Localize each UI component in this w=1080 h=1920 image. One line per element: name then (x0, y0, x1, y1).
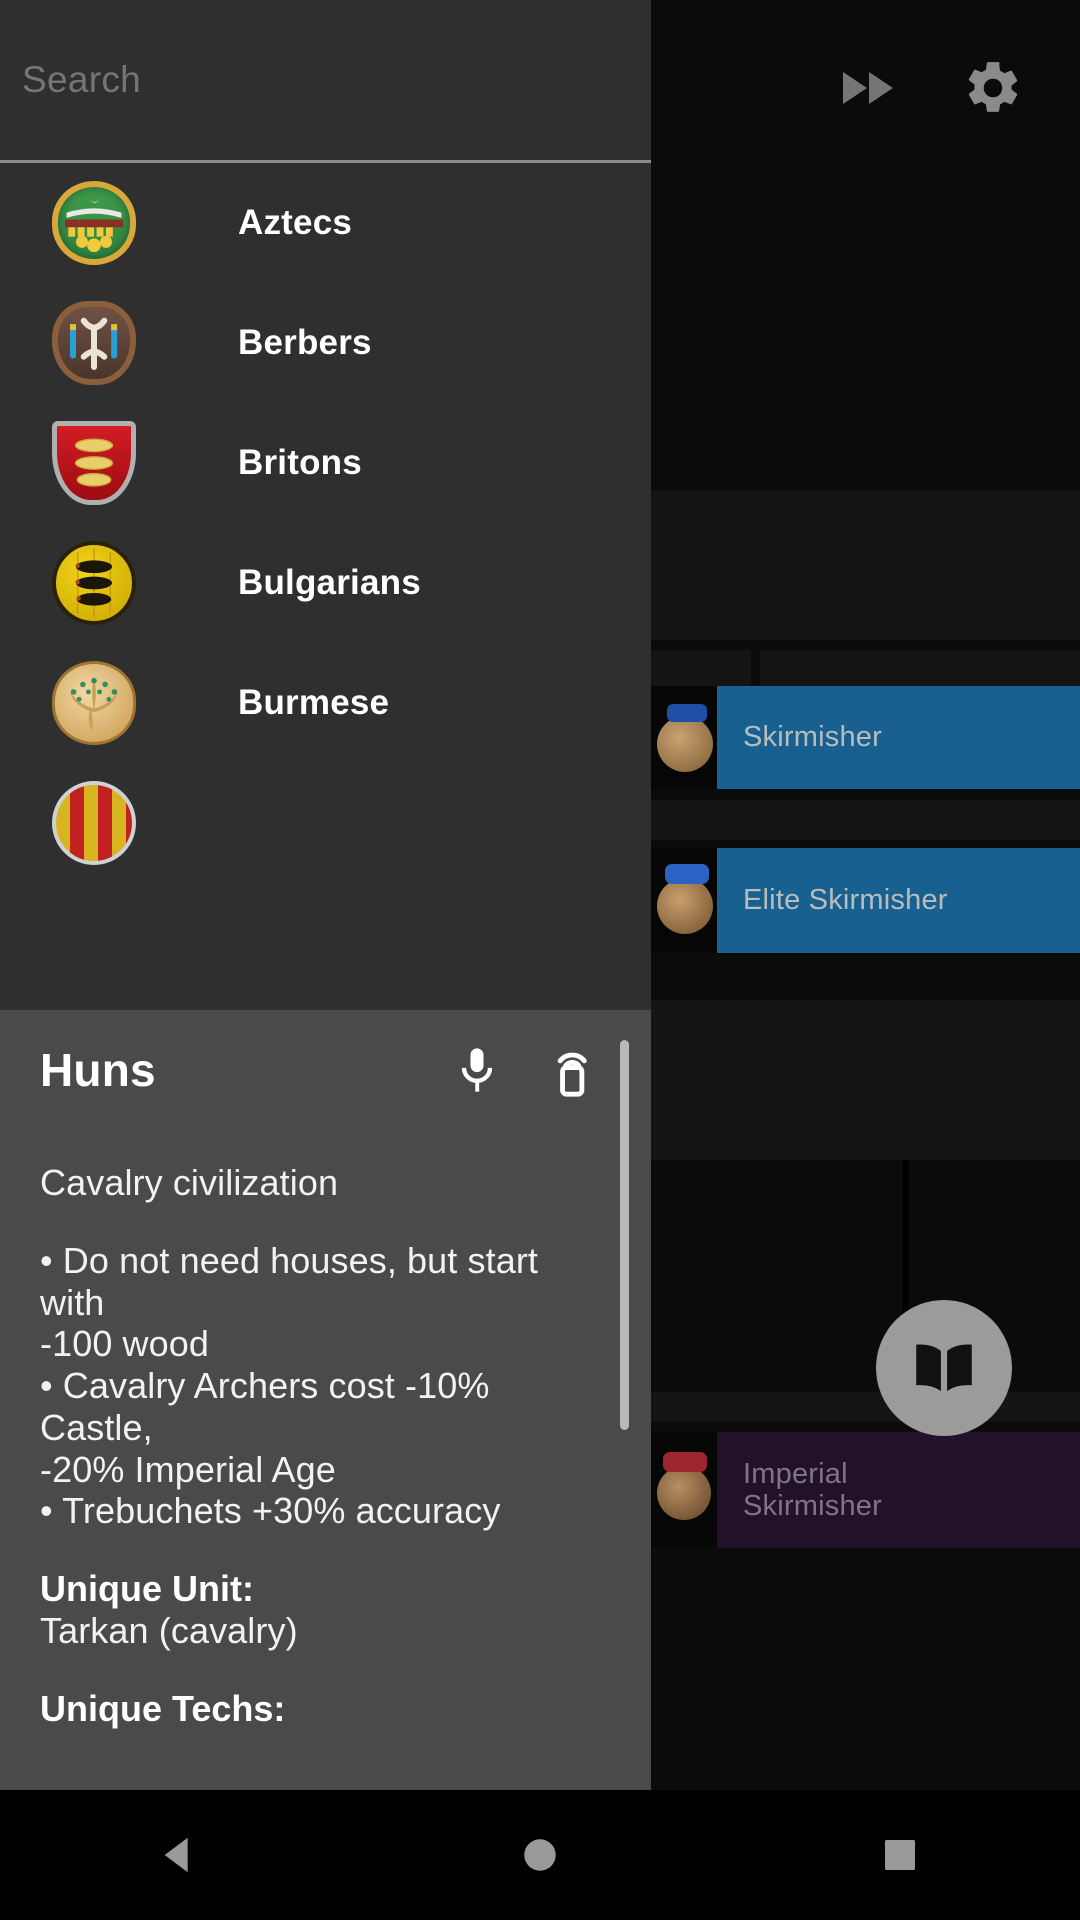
civ-info-popup: Huns Cavalry civilization • Do not need … (0, 1010, 651, 1790)
civ-list-item-partial[interactable] (0, 763, 651, 883)
civ-list-item-label: Burmese (238, 683, 390, 722)
search-row[interactable] (0, 0, 651, 160)
burmese-peacock-icon (52, 661, 136, 745)
civ-bonus-line: • Trebuchets +30% accuracy (40, 1490, 501, 1532)
bulgarian-coin-icon (52, 541, 136, 625)
open-book-button[interactable] (876, 1300, 1012, 1436)
tech-tree-cell (651, 1392, 1080, 1422)
search-input[interactable] (22, 59, 629, 101)
civ-summary: Cavalry civilization (40, 1162, 339, 1203)
popup-header: Huns (0, 1010, 651, 1130)
unique-techs-label: Unique Techs: (40, 1687, 286, 1729)
civ-list-item[interactable]: Aztecs (0, 163, 651, 283)
tech-tile-label: Imperial Skirmisher (743, 1457, 882, 1522)
unique-unit-value: Tarkan (cavalry) (40, 1609, 298, 1651)
microphone-icon[interactable] (441, 1034, 513, 1106)
remote-cast-icon[interactable] (535, 1034, 607, 1106)
tech-tile-label: Elite Skirmisher (743, 884, 948, 917)
civ-bonus-line: • Cavalry Archers cost -10% Castle, (40, 1365, 490, 1448)
tech-tile-imperial-skirmisher[interactable]: Imperial Skirmisher (651, 1432, 1080, 1548)
unit-thumbnail (651, 686, 717, 789)
aztec-shield-icon (52, 181, 136, 265)
briton-shield-icon (52, 421, 136, 505)
civ-list-item-label: Aztecs (238, 203, 353, 242)
tech-tile-label: Skirmisher (743, 721, 882, 754)
triangle-back-icon[interactable] (120, 1790, 240, 1920)
circle-home-icon[interactable] (480, 1790, 600, 1920)
civ-list-item-label: Bulgarians (238, 563, 421, 602)
civ-list-item[interactable]: Berbers (0, 283, 651, 403)
tech-tile-skirmisher[interactable]: Skirmisher (651, 686, 1080, 789)
top-toolbar (650, 0, 1080, 176)
berber-shield-icon (52, 301, 136, 385)
civ-bonus-line: -100 wood (40, 1323, 210, 1365)
civ-bonus-line: • Do not need houses, but start with (40, 1239, 539, 1323)
popup-title: Huns (40, 1044, 156, 1096)
unit-thumbnail (651, 848, 717, 953)
tech-tile-elite-skirmisher[interactable]: Elite Skirmisher (651, 848, 1080, 953)
tech-tree-cell (651, 490, 1080, 640)
android-navigation-bar (0, 1790, 1080, 1920)
unit-thumbnail (651, 1432, 717, 1548)
gear-icon[interactable] (962, 57, 1024, 119)
popup-body: Cavalry civilization • Do not need house… (0, 1130, 651, 1729)
civ-list-item[interactable]: Britons (0, 403, 651, 523)
civ-emblem-partial (52, 781, 136, 865)
tech-tree-cell (651, 800, 1080, 840)
civ-list-item-label: Britons (238, 443, 362, 482)
civ-list-item-label: Berbers (238, 323, 372, 362)
popup-scrollbar[interactable] (620, 1040, 629, 1430)
fast-forward-icon[interactable] (838, 57, 900, 119)
civ-bonus-line: -20% Imperial Age (40, 1448, 336, 1490)
civilization-list: Aztecs Berbers Britons Bulgarians Burmes… (0, 163, 651, 883)
square-recents-icon[interactable] (840, 1790, 960, 1920)
app-root: Skirmisher Elite Skirmisher Imperial Ski… (0, 0, 1080, 1920)
civ-list-item[interactable]: Bulgarians (0, 523, 651, 643)
tech-tree-cell (651, 1000, 1080, 1160)
unique-unit-label: Unique Unit: (40, 1568, 254, 1609)
civ-list-item[interactable]: Burmese (0, 643, 651, 763)
